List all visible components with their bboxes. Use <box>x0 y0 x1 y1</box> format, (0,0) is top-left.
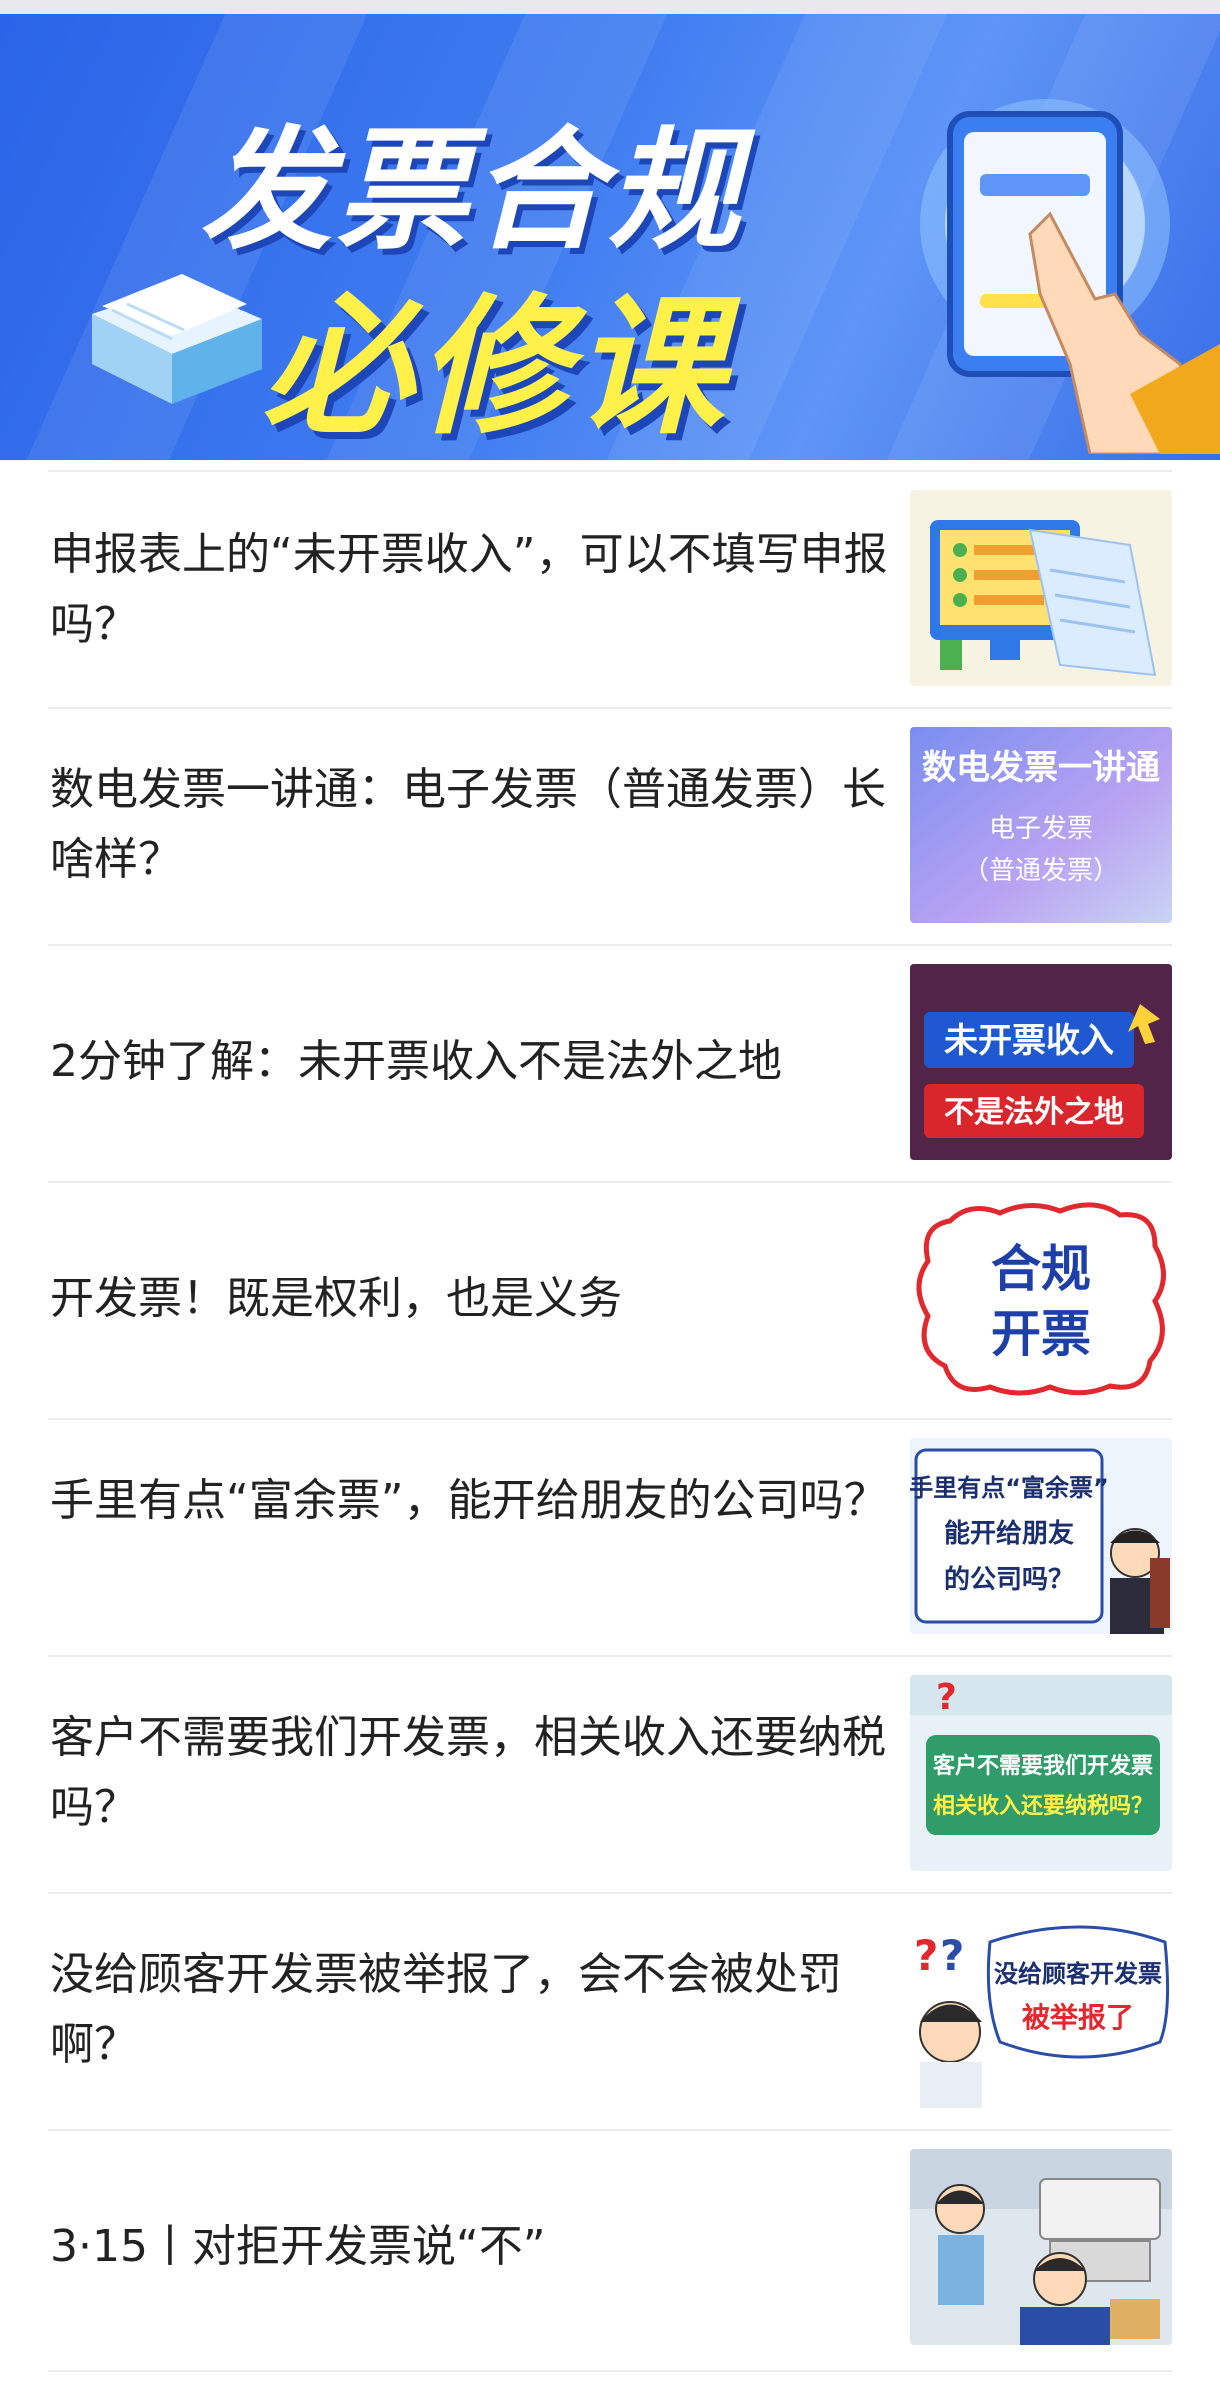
divider <box>48 944 1172 946</box>
divider <box>48 2370 1172 2372</box>
list-item[interactable]: 没给顾客开发票被举报了，会不会被处罚啊？ ? ? 没给顾客开发票 被举报了 <box>0 1892 1220 2129</box>
divider <box>48 1892 1172 1894</box>
refuse-invoice-thumbnail[interactable] <box>910 2149 1172 2345</box>
thumb-text: 被举报了 <box>1022 2001 1134 2034</box>
list-item[interactable]: 申报表上的“未开票收入”，可以不填写申报吗？ <box>0 470 1220 707</box>
article-title[interactable]: 2分钟了解：未开票收入不是法外之地 <box>50 1027 890 1097</box>
list-item[interactable]: 客户不需要我们开发票，相关收入还要纳税吗？ ? 客户不需要我们开发票 相关收入还… <box>0 1655 1220 1892</box>
thumb-text: 的公司吗？ <box>944 1564 1074 1595</box>
thumb-text: 合规 <box>991 1240 1091 1298</box>
divider <box>48 1181 1172 1183</box>
thumb-text: 能开给朋友 <box>944 1518 1074 1549</box>
einvoice-thumbnail[interactable]: 数电发票一讲通 电子发票 （普通发票） <box>910 727 1172 923</box>
article-title[interactable]: 没给顾客开发票被举报了，会不会被处罚啊？ <box>50 1940 890 2080</box>
banner: 发票合规 必修课 <box>0 14 1220 460</box>
list-item[interactable]: 3·15丨对拒开发票说“不” <box>0 2129 1220 2366</box>
thumb-text: 相关收入还要纳税吗？ <box>933 1793 1153 1819</box>
svg-text:?: ? <box>914 1931 938 1980</box>
list-item[interactable]: 2分钟了解：未开票收入不是法外之地 未开票收入 不是法外之地 <box>0 944 1220 1181</box>
banner-title-line2: 必修课 <box>262 281 731 455</box>
divider <box>48 707 1172 709</box>
article-title[interactable]: 3·15丨对拒开发票说“不” <box>50 2212 890 2282</box>
svg-text:?: ? <box>940 1931 964 1980</box>
article-title[interactable]: 数电发票一讲通：电子发票（普通发票）长啥样？ <box>50 755 890 895</box>
thumb-text: （普通发票） <box>963 856 1119 886</box>
divider <box>48 1418 1172 1420</box>
thumb-text: 客户不需要我们开发票 <box>933 1753 1153 1779</box>
article-title[interactable]: 手里有点“富余票”，能开给朋友的公司吗？ <box>50 1466 890 1536</box>
divider <box>48 2129 1172 2131</box>
thumb-text: 未开票收入 <box>944 1021 1114 1061</box>
thumb-text: 没给顾客开发票 <box>994 1960 1162 1988</box>
surplus-invoice-thumbnail[interactable]: 手里有点“富余票” 能开给朋友 的公司吗？ <box>910 1438 1172 1634</box>
thumb-text: 电子发票 <box>989 814 1093 844</box>
divider <box>48 1655 1172 1657</box>
phone-hand-icon <box>920 99 1220 454</box>
status-strip <box>0 0 1220 14</box>
svg-text:?: ? <box>936 1677 957 1718</box>
article-title[interactable]: 申报表上的“未开票收入”，可以不填写申报吗？ <box>50 520 890 660</box>
list-item[interactable]: 开发票！既是权利，也是义务 合规 开票 <box>0 1181 1220 1418</box>
thumb-text: 不是法外之地 <box>944 1095 1124 1130</box>
article-title[interactable]: 开发票！既是权利，也是义务 <box>50 1264 890 1334</box>
thumb-text: 开票 <box>991 1305 1091 1363</box>
reported-thumbnail[interactable]: ? ? 没给顾客开发票 被举报了 <box>910 1912 1172 2108</box>
divider <box>48 470 1172 472</box>
list-item[interactable]: 手里有点“富余票”，能开给朋友的公司吗？ 手里有点“富余票” 能开给朋友 的公司… <box>0 1418 1220 1655</box>
list-item[interactable]: 数电发票一讲通：电子发票（普通发票）长啥样？ 数电发票一讲通 电子发票 （普通发… <box>0 707 1220 944</box>
invoice-computer-thumbnail[interactable] <box>910 490 1172 686</box>
untaxed-income-thumbnail[interactable]: 未开票收入 不是法外之地 <box>910 964 1172 1160</box>
thumb-text: 数电发票一讲通 <box>922 748 1160 788</box>
thumb-text: 手里有点“富余票” <box>910 1474 1109 1502</box>
compliance-thumbnail[interactable]: 合规 开票 <box>910 1201 1172 1397</box>
article-title[interactable]: 客户不需要我们开发票，相关收入还要纳税吗？ <box>50 1703 890 1843</box>
customer-no-invoice-thumbnail[interactable]: ? 客户不需要我们开发票 相关收入还要纳税吗？ <box>910 1675 1172 1871</box>
